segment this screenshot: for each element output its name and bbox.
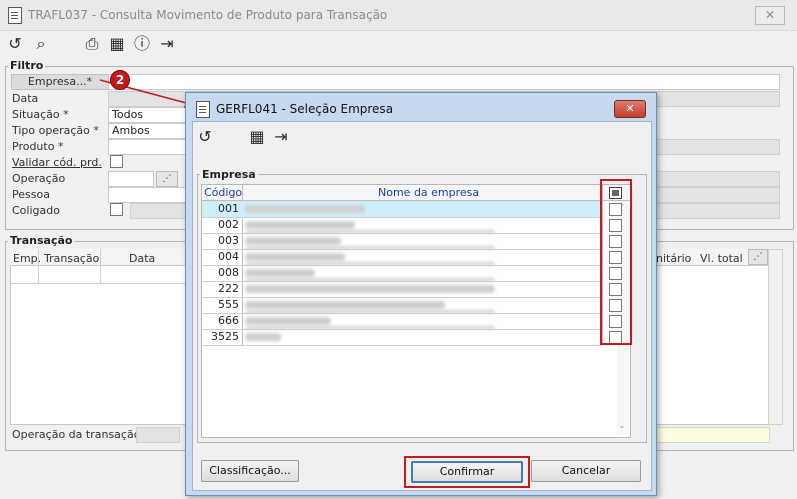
empresa-code: 3525 [211, 330, 239, 343]
checkbox-column-highlight [600, 179, 632, 345]
dialog-document-icon [196, 101, 210, 118]
confirmar-button[interactable]: Confirmar [411, 461, 523, 483]
dialog-exit-icon[interactable]: ⇥ [271, 127, 291, 147]
empresa-name-redacted [245, 237, 341, 245]
empresa-row[interactable]: 001 [202, 201, 602, 218]
empresa-code: 003 [218, 234, 239, 247]
empresa-name-redacted [245, 285, 495, 293]
empresa-row[interactable]: 003 [202, 233, 602, 250]
cancelar-button[interactable]: Cancelar [531, 460, 641, 482]
empresa-row[interactable]: 008 [202, 265, 602, 282]
step-badge: 2 [110, 70, 130, 90]
empresa-row[interactable]: 222 [202, 281, 602, 298]
empresa-code: 666 [218, 314, 239, 327]
empresa-code: 004 [218, 250, 239, 263]
empresa-name-redacted [245, 317, 331, 325]
empresa-row[interactable]: 004 [202, 249, 602, 266]
empresa-row[interactable]: 666 [202, 313, 602, 330]
col-nome-empresa[interactable]: Nome da empresa [378, 186, 479, 199]
empresa-row[interactable]: 3525 [202, 329, 602, 346]
empresa-name-redacted [245, 301, 445, 309]
empresa-name-redacted [245, 205, 365, 213]
empresa-grid[interactable]: Código Nome da empresa 001 002 003 004 008 22… [201, 184, 631, 438]
empresa-code: 002 [218, 218, 239, 231]
dialog-close-button[interactable]: ✕ [614, 100, 646, 118]
empresa-row[interactable]: 002 [202, 217, 602, 234]
empresa-legend: Empresa [200, 168, 258, 181]
empresa-name-redacted [245, 333, 281, 341]
dialog-body: ↺ ▦ ⇥ Empresa Código Nome da empresa 001… [192, 121, 652, 491]
empresa-code: 008 [218, 266, 239, 279]
empresa-name-redacted [245, 253, 345, 261]
classificacao-button[interactable]: Classificação... [201, 460, 299, 482]
empresa-row[interactable]: 555 [202, 297, 602, 314]
empresa-code: 555 [218, 298, 239, 311]
col-codigo[interactable]: Código [204, 186, 242, 199]
dialog-refresh-icon[interactable]: ↺ [195, 127, 215, 147]
empresa-code: 001 [218, 202, 239, 215]
scroll-down-icon[interactable]: ⌄ [618, 421, 626, 431]
empresa-code: 222 [218, 282, 239, 295]
empresa-name-redacted [245, 221, 355, 229]
dialog-title: GERFL041 - Seleção Empresa [216, 102, 394, 116]
empresa-name-redacted [245, 269, 315, 277]
dialog-calendar-icon[interactable]: ▦ [247, 127, 267, 147]
selecao-empresa-dialog: GERFL041 - Seleção Empresa ✕ ↺ ▦ ⇥ Empre… [185, 92, 657, 496]
